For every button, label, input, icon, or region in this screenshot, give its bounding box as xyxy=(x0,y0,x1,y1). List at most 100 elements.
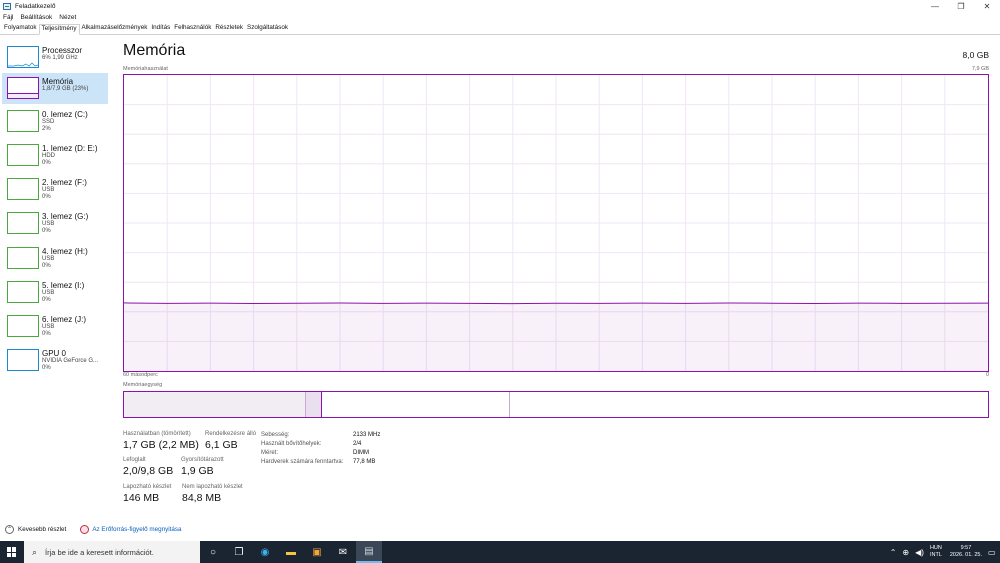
input-language-indicator[interactable]: HUN INTL xyxy=(930,545,942,559)
memory-usage-area xyxy=(124,302,988,371)
sidebar-item-disk-6[interactable]: 6. lemez (J:) USB 0% xyxy=(2,311,108,342)
tab-app-history[interactable]: Alkalmazáselőzmények xyxy=(80,23,150,34)
memory-details: Sebesség: 2133 MHz Használt bővítőhelyek… xyxy=(261,430,380,466)
sidebar-item-disk-5[interactable]: 5. lemez (I:) USB 0% xyxy=(2,277,108,308)
notification-icon[interactable]: ▭ xyxy=(988,548,1000,557)
mail-icon[interactable]: ✉ xyxy=(330,541,356,563)
file-explorer-icon[interactable]: ▬ xyxy=(278,541,304,563)
composition-modified-segment[interactable] xyxy=(306,392,322,417)
stat-in-use: Használatban (tömörített) 1,7 GB (2,2 MB… xyxy=(123,431,199,451)
chevron-up-icon[interactable]: ⌃ xyxy=(5,524,14,534)
maximize-button[interactable]: ❐ xyxy=(948,0,974,12)
sidebar-item-disk-4[interactable]: 4. lemez (H:) USB 0% xyxy=(2,243,108,274)
disk-thumbnail-graph xyxy=(7,178,39,200)
cortana-icon[interactable]: ○ xyxy=(200,541,226,563)
sidebar-item-label: Memória xyxy=(42,77,74,86)
graph-time-axis-right: 0 xyxy=(985,372,989,378)
memory-thumbnail-fill xyxy=(8,93,38,98)
detail-label: Méret: xyxy=(261,449,279,456)
sidebar-item-disk-2[interactable]: 2. lemez (F:) USB 0% xyxy=(2,174,108,205)
stat-committed: Lefoglalt 2,0/9,8 GB xyxy=(123,457,173,477)
search-placeholder: Írja be ide a keresett információt. xyxy=(45,547,154,557)
system-tray: ⌃ ⊕ ◀) HUN INTL 9:57 2026. 01. 25. ▭ xyxy=(890,541,1000,563)
tab-performance[interactable]: Teljesítmény xyxy=(38,24,80,35)
tab-startup[interactable]: Indítás xyxy=(149,23,172,34)
sidebar-item-usage: 0% xyxy=(42,194,51,201)
disk-thumbnail-graph xyxy=(7,144,39,166)
tab-services[interactable]: Szolgáltatások xyxy=(245,23,290,34)
minimize-button[interactable]: — xyxy=(922,0,948,12)
disk-thumbnail-graph xyxy=(7,315,39,337)
store-icon[interactable]: ▣ xyxy=(304,541,330,563)
detail-row: Használt bővítőhelyek: 2/4 xyxy=(261,439,380,448)
taskbar-search-box[interactable]: ⌕ Írja be ide a keresett információt. xyxy=(24,541,200,563)
edge-browser-icon[interactable]: ◉ xyxy=(252,541,278,563)
stat-label: Használatban (tömörített) xyxy=(123,431,191,437)
memory-usage-graph xyxy=(123,74,989,372)
memory-total: 8,0 GB xyxy=(962,50,989,60)
sidebar-item-sub: USB xyxy=(42,324,55,330)
sidebar-item-usage: 0% xyxy=(42,297,51,304)
composition-in-use-segment[interactable] xyxy=(124,392,306,417)
sidebar-item-disk-3[interactable]: 3. lemez (G:) USB 0% xyxy=(2,208,108,239)
menu-file[interactable]: Fájl xyxy=(3,14,13,21)
graph-label: Memóriahasználat xyxy=(123,66,168,72)
sidebar-item-sub: USB xyxy=(42,221,55,227)
memory-thumbnail-graph xyxy=(7,77,39,99)
sidebar-item-label: GPU 0 xyxy=(42,349,67,358)
open-resource-monitor-link[interactable]: Az Erőforrás-figyelő megnyitása xyxy=(92,526,181,533)
tab-processes[interactable]: Folyamatok xyxy=(2,23,39,34)
sidebar-item-usage: 0% xyxy=(42,331,51,338)
tab-bar: Folyamatok Teljesítmény Alkalmazáselőzmé… xyxy=(0,23,1000,35)
detail-label: Használt bővítőhelyek: xyxy=(261,440,322,447)
sidebar-item-usage: 0% xyxy=(42,228,51,235)
task-manager-icon xyxy=(3,2,11,10)
resource-monitor-icon[interactable] xyxy=(80,524,90,534)
detail-value: 77,8 MB xyxy=(353,458,376,465)
start-button[interactable] xyxy=(0,541,24,563)
sidebar-item-label: Processzor xyxy=(42,46,83,55)
fewer-details-link[interactable]: Kevesebb részlet xyxy=(18,526,66,533)
menu-options[interactable]: Beállítások xyxy=(20,14,52,21)
stat-label: Gyorsítótárazott xyxy=(181,457,224,463)
cpu-thumbnail-graph xyxy=(7,46,39,68)
graph-time-axis-left: 60 másodperc xyxy=(123,372,158,378)
detail-value: 2133 MHz xyxy=(353,431,381,438)
sidebar-item-disk-0[interactable]: 0. lemez (C:) SSD 2% xyxy=(2,106,108,137)
memory-composition-bar xyxy=(123,391,989,418)
network-icon[interactable]: ⊕ xyxy=(902,548,909,557)
sidebar-item-label: 2. lemez (F:) xyxy=(42,178,87,187)
language-code: HUN xyxy=(929,545,942,551)
stat-label: Nem lapozható készlet xyxy=(182,484,243,490)
stat-paged-pool: Lapozható készlet 146 MB xyxy=(123,484,171,504)
sidebar-item-sub: 1,8/7,9 GB (23%) xyxy=(42,86,89,92)
clock-time: 9:57 xyxy=(960,545,972,551)
sidebar-item-usage: 0% xyxy=(42,160,51,167)
tab-details[interactable]: Részletek xyxy=(213,23,245,34)
detail-row: Hardverek számára fenntartva: 77,8 MB xyxy=(261,457,380,466)
chevron-up-icon[interactable]: ⌃ xyxy=(890,548,897,557)
gpu-thumbnail-graph xyxy=(7,349,39,371)
composition-standby-segment[interactable] xyxy=(322,392,510,417)
sidebar-item-usage: 0% xyxy=(42,365,51,372)
sidebar-item-sub: USB xyxy=(42,187,55,193)
task-manager-taskbar-icon[interactable]: ▤ xyxy=(356,541,382,563)
sidebar-item-disk-1[interactable]: 1. lemez (D: E:) HDD 0% xyxy=(2,140,108,171)
menu-view[interactable]: Nézet xyxy=(59,14,76,21)
sidebar-item-sub: 6% 1,99 GHz xyxy=(42,55,78,61)
window-controls: — ❐ ✕ xyxy=(922,0,1000,12)
sidebar-item-gpu-0[interactable]: GPU 0 NVIDIA GeForce G... 0% xyxy=(2,345,108,376)
sidebar-item-label: 4. lemez (H:) xyxy=(42,247,88,256)
volume-icon[interactable]: ◀) xyxy=(915,548,924,557)
tab-users[interactable]: Felhasználók xyxy=(172,23,213,34)
composition-label: Memóriaegység xyxy=(123,382,163,388)
close-button[interactable]: ✕ xyxy=(974,0,1000,12)
sidebar-item-memory[interactable]: Memória 1,8/7,9 GB (23%) xyxy=(2,73,108,104)
clock[interactable]: 9:57 2026. 01. 25. xyxy=(950,545,982,559)
sidebar-item-usage: 0% xyxy=(42,263,51,270)
task-view-icon[interactable]: ❐ xyxy=(226,541,252,563)
sidebar-item-sub: USB xyxy=(42,290,55,296)
disk-thumbnail-graph xyxy=(7,110,39,132)
sidebar-item-cpu[interactable]: Processzor 6% 1,99 GHz xyxy=(2,42,108,73)
sidebar-item-label: 0. lemez (C:) xyxy=(42,110,88,119)
